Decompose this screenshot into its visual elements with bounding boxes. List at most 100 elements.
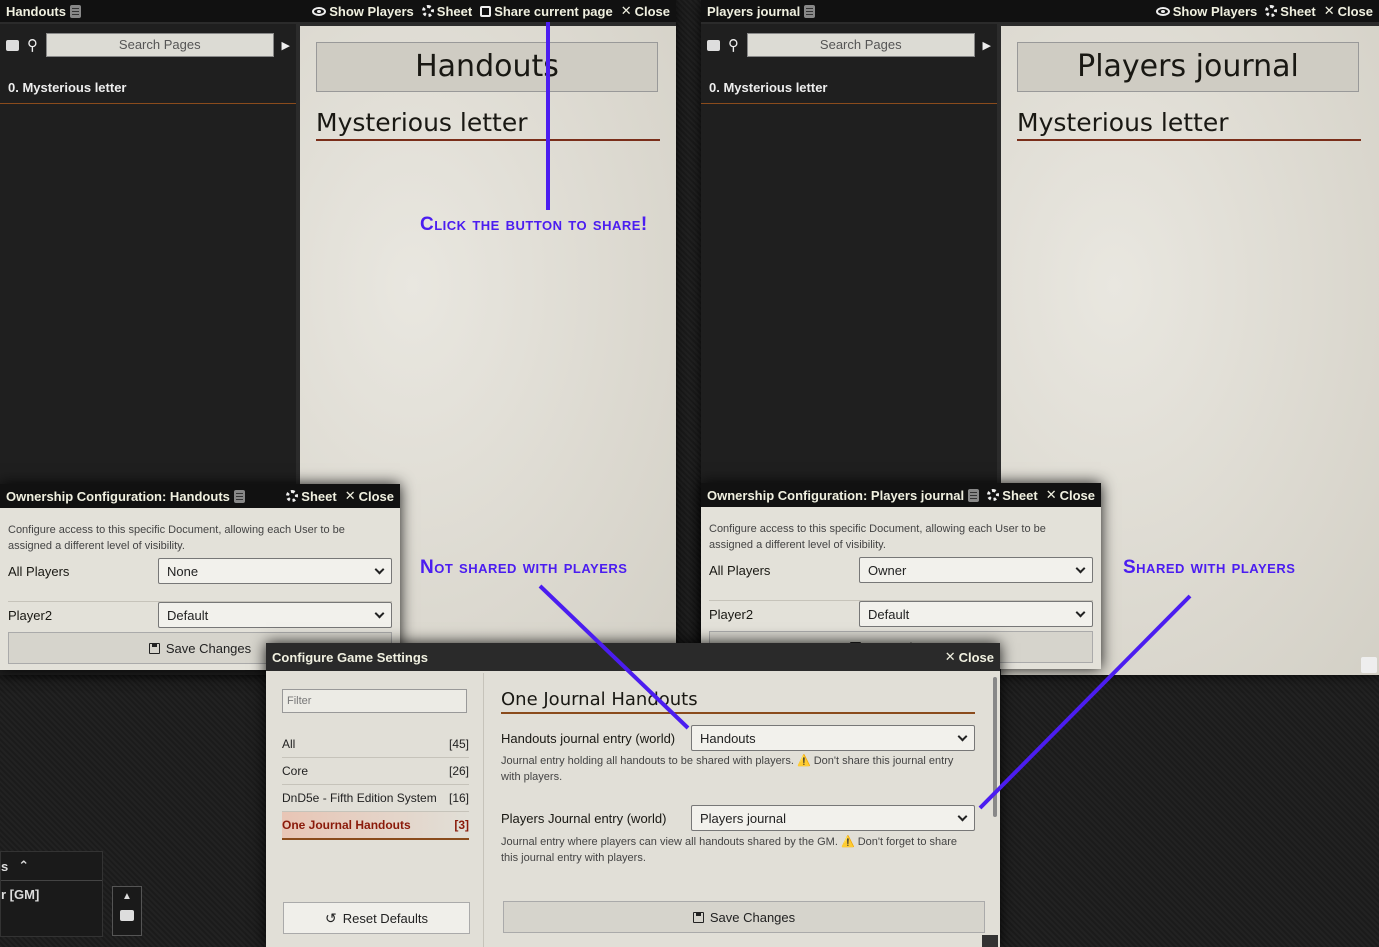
folder-icon[interactable]: [120, 910, 134, 921]
settings-sidebar: Filter All [45] Core [26] DnD5e - Fifth Edit…: [266, 673, 484, 947]
document-icon: [69, 4, 81, 18]
resize-handle-icon[interactable]: [1361, 657, 1377, 673]
save-icon: [692, 911, 704, 923]
panel-title: Ownership Configuration: Players journal: [707, 487, 965, 503]
collapse-arrow-icon[interactable]: ▶: [282, 39, 290, 52]
book-icon[interactable]: [707, 39, 720, 51]
caret-up-icon[interactable]: ▲: [113, 887, 141, 902]
book-icon[interactable]: [6, 39, 19, 51]
eye-icon: [312, 6, 327, 16]
annotation-not-shared: Not shared with players: [420, 557, 628, 578]
all-players-label: All Players: [8, 563, 70, 579]
close-button[interactable]: ✕ Close: [1324, 3, 1373, 19]
player2-label: Player2: [709, 606, 754, 622]
category-count: [45]: [448, 737, 469, 751]
players-entry-select[interactable]: Players journal: [691, 805, 975, 831]
search-icon[interactable]: ⚲: [27, 36, 38, 54]
show-players-button[interactable]: Show Players: [1155, 4, 1257, 19]
settings-category-item[interactable]: One Journal Handouts [3]: [282, 812, 469, 840]
player2-label: Player2: [8, 607, 53, 623]
category-name: One Journal Handouts: [282, 818, 411, 832]
save-settings-button[interactable]: Save Changes: [503, 901, 985, 933]
close-button[interactable]: ✕ Close: [621, 3, 670, 19]
show-players-button[interactable]: Show Players: [312, 4, 414, 19]
sheet-button[interactable]: Sheet: [1265, 4, 1316, 19]
scrollbar[interactable]: [993, 677, 997, 817]
close-icon: ✕: [344, 488, 356, 503]
player2-select[interactable]: Default: [158, 602, 392, 628]
close-icon: ✕: [1045, 487, 1057, 502]
window-title: Players journal: [707, 3, 801, 19]
all-players-label: All Players: [709, 562, 771, 578]
category-name: DnD5e - Fifth Edition System: [282, 791, 437, 805]
scene-controls: ▲: [112, 886, 142, 936]
ownership-header: Ownership Configuration: Players journal…: [701, 483, 1101, 507]
sheet-button[interactable]: Sheet: [421, 4, 472, 19]
gear-icon: [286, 490, 299, 502]
annotation-click-share: Click the button to share!: [420, 214, 648, 235]
close-button[interactable]: ✕ Close: [1046, 487, 1095, 503]
chevron-up-icon[interactable]: ⌃: [18, 858, 29, 874]
handouts-entry-hint: Journal entry holding all handouts to be…: [501, 755, 954, 783]
search-icon[interactable]: ⚲: [728, 36, 739, 54]
settings-category-item[interactable]: All [45]: [282, 731, 469, 758]
document-icon: [804, 4, 816, 18]
close-icon: ✕: [1323, 3, 1335, 18]
page-entry[interactable]: 0. Mysterious letter: [701, 72, 997, 104]
eye-icon: [1155, 6, 1170, 16]
search-pages-input[interactable]: Search Pages: [747, 33, 975, 57]
resize-handle-icon[interactable]: [982, 935, 998, 947]
journal-title: Handouts: [316, 42, 658, 92]
players-entry-label: Players Journal entry (world): [501, 810, 667, 826]
chevron-down-icon: [957, 811, 968, 821]
category-count: [26]: [448, 764, 469, 778]
close-button[interactable]: ✕ Close: [345, 488, 394, 504]
reset-defaults-button[interactable]: ↺ Reset Defaults: [283, 902, 470, 934]
ownership-description: Configure access to this specific Docume…: [8, 524, 345, 552]
all-players-select[interactable]: Owner: [859, 557, 1093, 583]
chevron-down-icon: [1075, 607, 1086, 617]
close-icon: ✕: [620, 3, 632, 18]
category-count: [3]: [454, 818, 469, 832]
settings-header: Configure Game Settings ✕ Close: [266, 643, 1000, 671]
category-list: All [45] Core [26] DnD5e - Fifth Edition Sys…: [282, 731, 469, 840]
collapse-arrow-icon[interactable]: ▶: [983, 39, 991, 52]
filter-input[interactable]: Filter: [282, 689, 467, 713]
chevron-down-icon: [374, 608, 385, 618]
settings-category-item[interactable]: DnD5e - Fifth Edition System [16]: [282, 785, 469, 812]
category-name: Core: [282, 764, 309, 778]
search-pages-input[interactable]: Search Pages: [46, 33, 274, 57]
save-icon: [148, 642, 160, 654]
players-entry-hint: Journal entry where players can view all…: [501, 836, 958, 864]
page-entry[interactable]: 0. Mysterious letter: [0, 72, 296, 104]
settings-category-item[interactable]: Core [26]: [282, 758, 469, 785]
game-settings-window: Configure Game Settings ✕ Close Filter Al…: [266, 643, 1000, 947]
annotation-shared: Shared with players: [1123, 557, 1296, 578]
panel-title: Ownership Configuration: Handouts: [6, 488, 230, 504]
category-count: [16]: [448, 791, 469, 805]
share-page-button[interactable]: Share current page: [480, 4, 613, 19]
chevron-down-icon: [1075, 563, 1086, 573]
section-title: One Journal Handouts: [501, 689, 975, 714]
player-list-title: s: [1, 858, 9, 874]
chevron-down-icon: [374, 564, 385, 574]
ownership-description: Configure access to this specific Docume…: [709, 523, 1046, 551]
ownership-config-players-journal: Ownership Configuration: Players journal…: [701, 483, 1101, 669]
journal-title: Players journal: [1017, 42, 1359, 92]
players-journal-header: Players journal Show Players Sheet ✕ Clos…: [701, 0, 1379, 22]
handouts-window-header: Handouts Show Players Sheet Share curren…: [0, 0, 676, 22]
all-players-select[interactable]: None: [158, 558, 392, 584]
handouts-entry-label: Handouts journal entry (world): [501, 730, 676, 746]
player-entry: r [GM]: [1, 887, 40, 902]
player2-select[interactable]: Default: [859, 601, 1093, 627]
sheet-button[interactable]: Sheet: [286, 489, 337, 504]
close-button[interactable]: ✕ Close: [945, 649, 994, 665]
document-icon: [233, 489, 245, 503]
category-name: All: [282, 737, 296, 751]
gear-icon: [1265, 5, 1278, 17]
ownership-header: Ownership Configuration: Handouts Sheet …: [0, 484, 400, 508]
window-title: Handouts: [6, 3, 66, 19]
gear-icon: [421, 5, 434, 17]
handouts-entry-select[interactable]: Handouts: [691, 725, 975, 751]
sheet-button[interactable]: Sheet: [987, 488, 1038, 503]
